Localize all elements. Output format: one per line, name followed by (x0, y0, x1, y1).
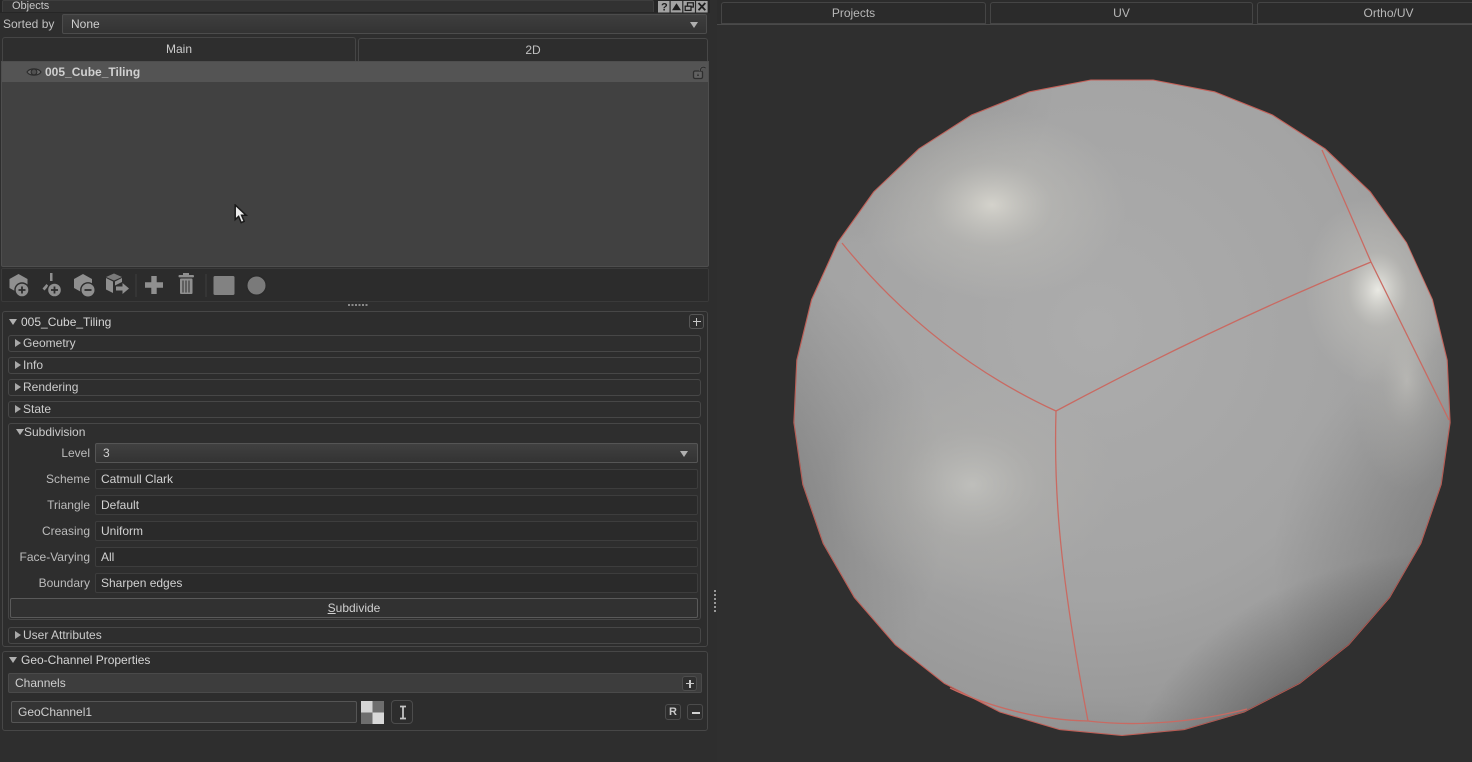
svg-text:?: ? (661, 2, 668, 14)
